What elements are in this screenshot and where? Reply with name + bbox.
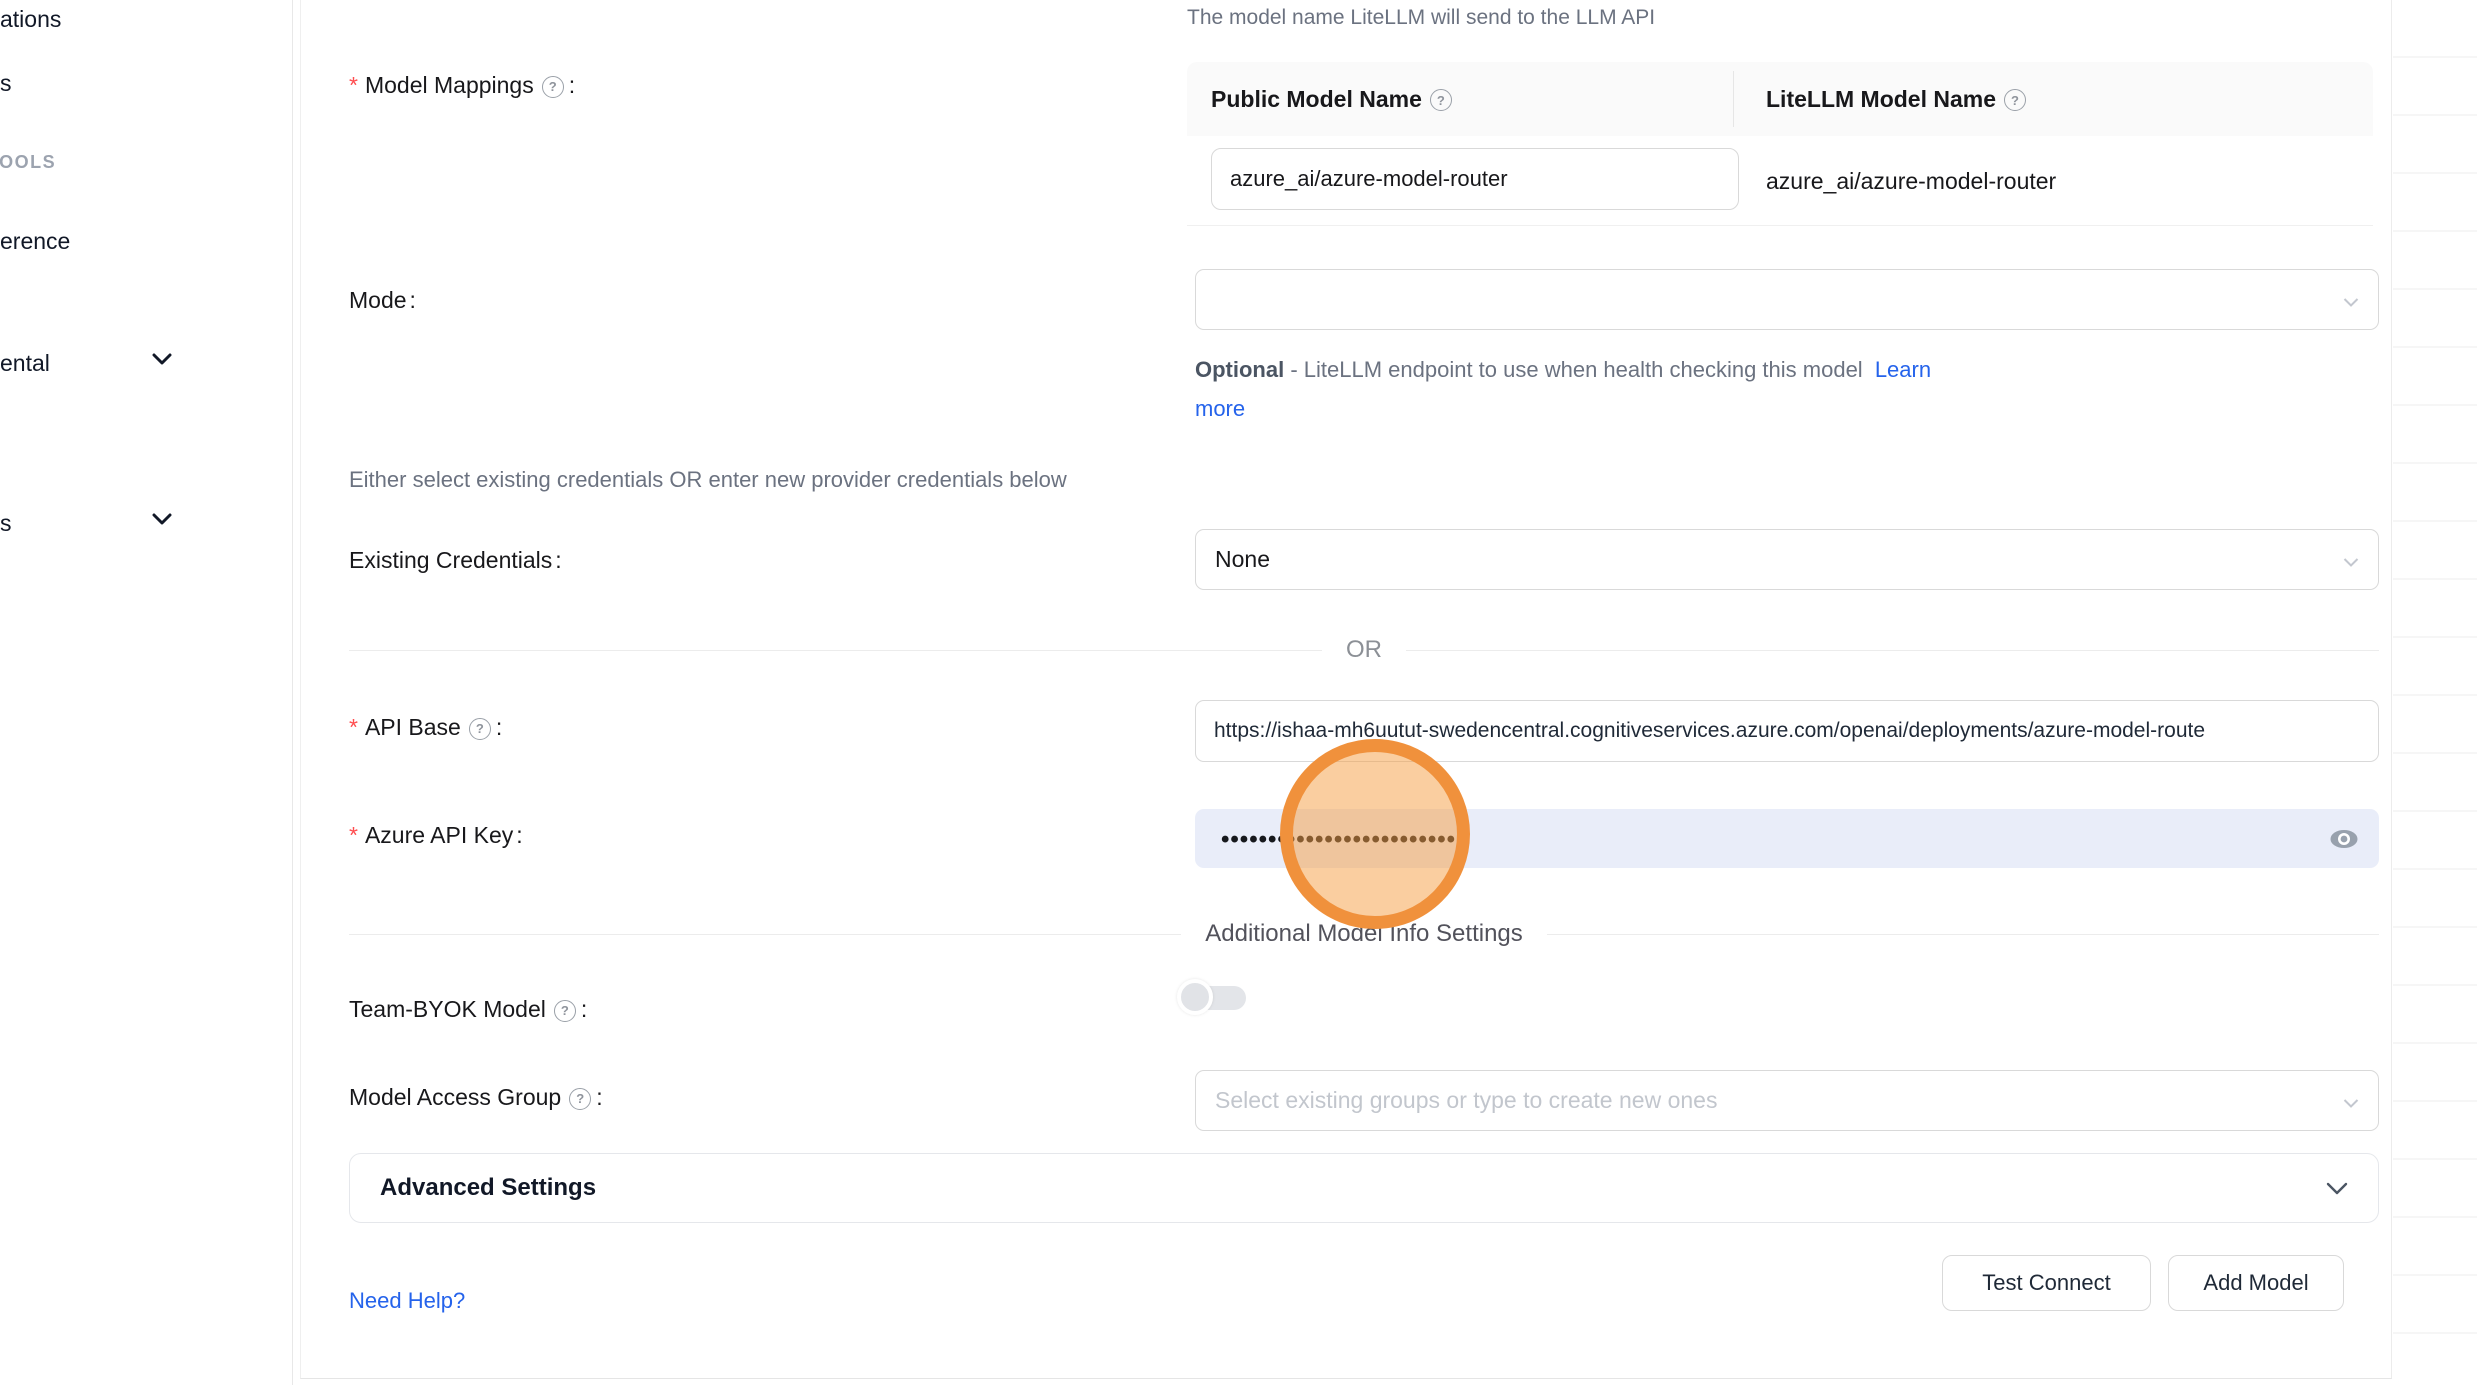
- help-icon[interactable]: ?: [554, 1000, 576, 1022]
- team-byok-label: Team-BYOK Model ? :: [349, 996, 587, 1023]
- divider-line: [1406, 650, 2379, 651]
- eye-icon[interactable]: [2329, 827, 2359, 851]
- help-icon[interactable]: ?: [1430, 89, 1452, 111]
- divider-line: [1547, 934, 2379, 935]
- credentials-note: Either select existing credentials OR en…: [349, 467, 1067, 493]
- background-table-rows: [2393, 0, 2477, 1385]
- mode-select[interactable]: [1195, 269, 2379, 330]
- api-base-input[interactable]: [1195, 700, 2379, 762]
- team-byok-toggle[interactable]: [1177, 979, 1253, 1015]
- sidebar-section-tools: TOOLS: [0, 152, 56, 173]
- chevron-down-icon: [2343, 546, 2359, 573]
- or-divider-label: OR: [1346, 636, 1382, 664]
- additional-settings-divider-label: Additional Model Info Settings: [1205, 920, 1523, 948]
- model-mappings-label: * Model Mappings ? :: [349, 72, 575, 99]
- sidebar-item-settings[interactable]: s: [0, 510, 12, 537]
- advanced-settings-panel[interactable]: Advanced Settings: [349, 1153, 2379, 1223]
- existing-credentials-label: Existing Credentials :: [349, 547, 562, 574]
- select-placeholder: Select existing groups or type to create…: [1215, 1087, 1717, 1114]
- sidebar-item-organizations[interactable]: ations: [0, 6, 61, 33]
- litellm-model-name-value: azure_ai/azure-model-router: [1766, 136, 2056, 226]
- sidebar-item[interactable]: s: [0, 70, 12, 97]
- required-marker: *: [349, 72, 358, 99]
- add-model-panel: The model name LiteLLM will send to the …: [300, 0, 2392, 1379]
- help-icon[interactable]: ?: [569, 1088, 591, 1110]
- additional-settings-divider: Additional Model Info Settings: [349, 921, 2379, 947]
- toggle-knob: [1177, 979, 1213, 1015]
- chevron-down-icon: [2343, 286, 2359, 313]
- help-icon[interactable]: ?: [2004, 89, 2026, 111]
- add-model-button[interactable]: Add Model: [2168, 1255, 2344, 1311]
- model-access-group-select[interactable]: Select existing groups or type to create…: [1195, 1070, 2379, 1131]
- api-base-label: * API Base ? :: [349, 714, 502, 741]
- chevron-down-icon[interactable]: [152, 353, 172, 371]
- help-icon[interactable]: ?: [542, 76, 564, 98]
- masked-password-dots: •••••••••••••••••••••••••: [1221, 826, 1456, 852]
- azure-api-key-label: * Azure API Key :: [349, 822, 523, 849]
- mode-help-text: Optional - LiteLLM endpoint to use when …: [1195, 350, 2405, 428]
- column-header-litellm-model-name: LiteLLM Model Name ?: [1733, 86, 2028, 113]
- divider-line: [349, 650, 1322, 651]
- column-header-public-model-name: Public Model Name ?: [1187, 86, 1733, 113]
- sidebar: ations s TOOLS erence ental s: [0, 0, 293, 1385]
- model-name-helper-text: The model name LiteLLM will send to the …: [1187, 6, 1655, 30]
- table-header: Public Model Name ? LiteLLM Model Name ?: [1187, 62, 2373, 136]
- model-mappings-table: Public Model Name ? LiteLLM Model Name ?…: [1187, 62, 2373, 226]
- column-divider: [1733, 71, 1734, 127]
- mode-label: Mode :: [349, 287, 416, 314]
- chevron-down-icon: [2343, 1087, 2359, 1114]
- or-divider: OR: [349, 637, 2379, 663]
- chevron-down-icon[interactable]: [152, 513, 172, 531]
- sidebar-item-inference[interactable]: erence: [0, 228, 70, 255]
- learn-more-link[interactable]: more: [1195, 396, 1245, 421]
- advanced-settings-title: Advanced Settings: [380, 1174, 2326, 1202]
- sidebar-item-experimental[interactable]: ental: [0, 350, 50, 377]
- model-access-group-label: Model Access Group ? :: [349, 1084, 603, 1111]
- required-marker: *: [349, 714, 358, 741]
- screen: ations s TOOLS erence ental s The model …: [0, 0, 2477, 1385]
- existing-credentials-select[interactable]: None: [1195, 529, 2379, 590]
- learn-more-link[interactable]: Learn: [1875, 357, 1931, 382]
- help-icon[interactable]: ?: [469, 718, 491, 740]
- need-help-link[interactable]: Need Help?: [349, 1288, 465, 1314]
- required-marker: *: [349, 822, 358, 849]
- test-connect-button[interactable]: Test Connect: [1942, 1255, 2151, 1311]
- divider-line: [349, 934, 1181, 935]
- table-row: azure_ai/azure-model-router: [1187, 136, 2373, 226]
- chevron-down-icon: [2326, 1182, 2348, 1195]
- azure-api-key-input[interactable]: •••••••••••••••••••••••••: [1195, 809, 2379, 868]
- public-model-name-input[interactable]: [1211, 148, 1739, 210]
